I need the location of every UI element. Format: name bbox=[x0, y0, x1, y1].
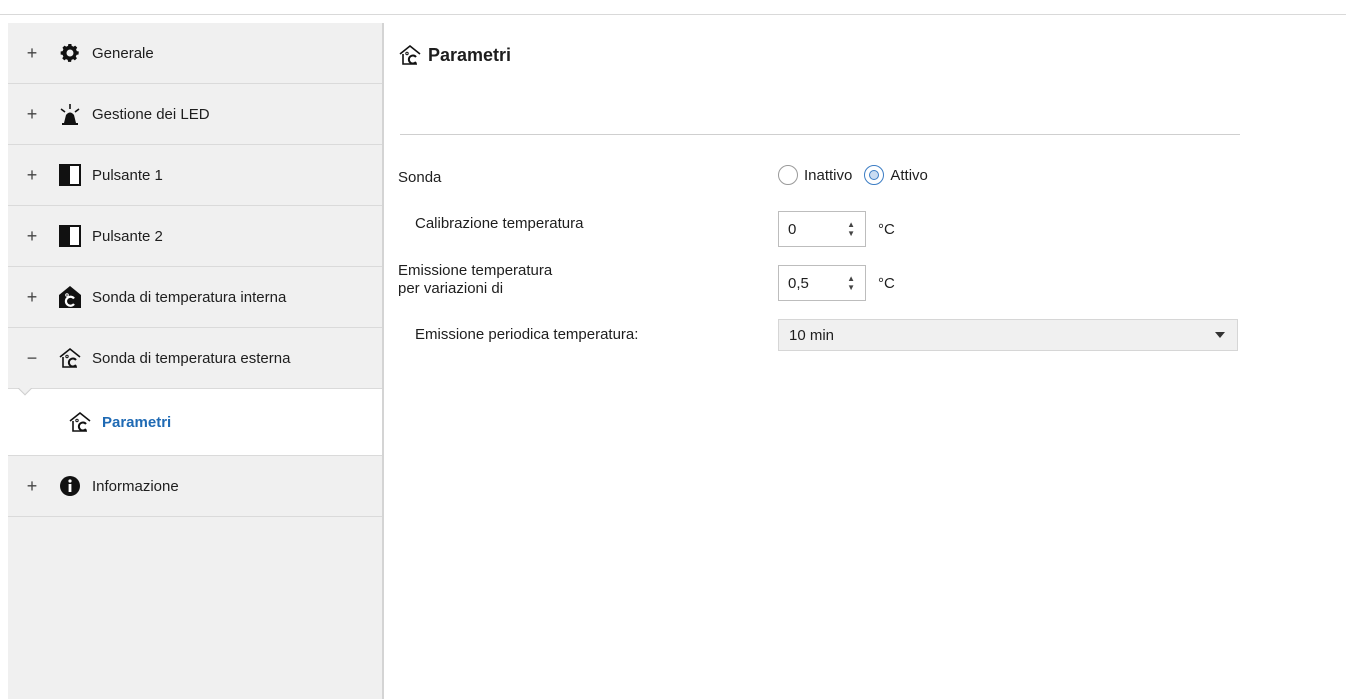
sidebar-item-label: Pulsante 1 bbox=[92, 166, 163, 184]
expand-icon[interactable]: + bbox=[18, 105, 46, 123]
sonda-label: Sonda bbox=[398, 169, 442, 186]
spin-arrows-icon[interactable]: ▲ ▼ bbox=[847, 220, 855, 238]
radio-attivo-label[interactable]: Attivo bbox=[890, 167, 928, 184]
sidebar-item-label: Gestione dei LED bbox=[92, 105, 210, 123]
main-panel: Parametri Sonda Inattivo Attivo Calibraz… bbox=[398, 15, 1346, 698]
sidebar-item-gestione-led[interactable]: + Gestione dei LED bbox=[8, 84, 382, 145]
sidebar-item-generale[interactable]: + Generale bbox=[8, 23, 382, 84]
emissione-variazioni-value[interactable]: 0,5 bbox=[788, 275, 809, 292]
emissione-variazioni-label-line2: per variazioni di bbox=[398, 280, 504, 297]
emissione-periodica-control: 10 min bbox=[778, 319, 1238, 351]
gear-icon bbox=[56, 39, 84, 67]
calibrazione-stepper[interactable]: 0 ▲ ▼ bbox=[778, 211, 866, 247]
expand-icon[interactable]: + bbox=[18, 44, 46, 62]
collapse-icon[interactable]: − bbox=[18, 349, 46, 367]
sidebar-item-label: Generale bbox=[92, 44, 154, 62]
emissione-variazioni-unit: °C bbox=[878, 274, 895, 292]
radio-attivo[interactable] bbox=[864, 165, 885, 185]
expand-icon[interactable]: + bbox=[18, 166, 46, 184]
sidebar-item-sonda-esterna[interactable]: − Sonda di temperatura esterna bbox=[8, 328, 382, 389]
sidebar-item-label: Informazione bbox=[92, 477, 179, 495]
radio-inattivo-label[interactable]: Inattivo bbox=[804, 167, 852, 184]
chevron-down-icon[interactable] bbox=[1215, 332, 1225, 338]
info-icon bbox=[56, 472, 84, 500]
radio-inattivo[interactable] bbox=[778, 165, 798, 185]
expand-icon[interactable]: + bbox=[18, 288, 46, 306]
expand-icon[interactable]: + bbox=[18, 227, 46, 245]
selection-notch bbox=[18, 388, 32, 396]
page-title: Parametri bbox=[398, 43, 511, 67]
sonda-radio-group: Inattivo Attivo bbox=[778, 165, 940, 185]
sidebar-item-label: Sonda di temperatura esterna bbox=[92, 349, 291, 367]
sidebar-item-pulsante-2[interactable]: + Pulsante 2 bbox=[8, 206, 382, 267]
divider bbox=[400, 134, 1240, 135]
emissione-periodica-select[interactable]: 10 min bbox=[778, 319, 1238, 351]
page-title-text: Parametri bbox=[428, 44, 512, 65]
button-icon bbox=[56, 161, 84, 189]
calibrazione-label: Calibrazione temperatura bbox=[415, 215, 584, 232]
sidebar-item-sonda-interna[interactable]: + Sonda di temperatura interna bbox=[8, 267, 382, 328]
house-outline-temperature-icon bbox=[398, 43, 422, 67]
calibrazione-unit: °C bbox=[878, 220, 895, 238]
led-light-icon bbox=[56, 100, 84, 128]
sidebar-item-label: Pulsante 2 bbox=[92, 227, 163, 245]
app-window: + Generale + Gestione dei LED + Pulsante… bbox=[0, 14, 1346, 699]
emissione-variazioni-label-line1: Emissione temperatura bbox=[398, 262, 553, 279]
button-icon bbox=[56, 222, 84, 250]
emissione-variazioni-control: 0,5 ▲ ▼ °C bbox=[778, 265, 895, 301]
emissione-variazioni-label: Emissione temperatura per variazioni di bbox=[398, 262, 552, 298]
emissione-periodica-label: Emissione periodica temperatura: bbox=[415, 326, 639, 343]
emissione-periodica-value[interactable]: 10 min bbox=[789, 327, 834, 344]
house-temperature-icon bbox=[56, 283, 84, 311]
calibrazione-value[interactable]: 0 bbox=[788, 221, 796, 238]
sidebar-item-label: Sonda di temperatura interna bbox=[92, 288, 287, 306]
spin-arrows-icon[interactable]: ▲ ▼ bbox=[847, 274, 855, 292]
sidebar-item-pulsante-1[interactable]: + Pulsante 1 bbox=[8, 145, 382, 206]
sidebar-item-informazione[interactable]: + Informazione bbox=[8, 456, 382, 517]
house-outline-temperature-icon bbox=[66, 408, 94, 436]
sidebar: + Generale + Gestione dei LED + Pulsante… bbox=[8, 23, 384, 699]
expand-icon[interactable]: + bbox=[18, 477, 46, 495]
sidebar-item-parametri[interactable]: Parametri bbox=[8, 389, 382, 456]
house-outline-temperature-icon bbox=[56, 344, 84, 372]
calibrazione-control: 0 ▲ ▼ °C bbox=[778, 211, 895, 247]
sidebar-item-label: Parametri bbox=[102, 413, 172, 431]
emissione-variazioni-stepper[interactable]: 0,5 ▲ ▼ bbox=[778, 265, 866, 301]
